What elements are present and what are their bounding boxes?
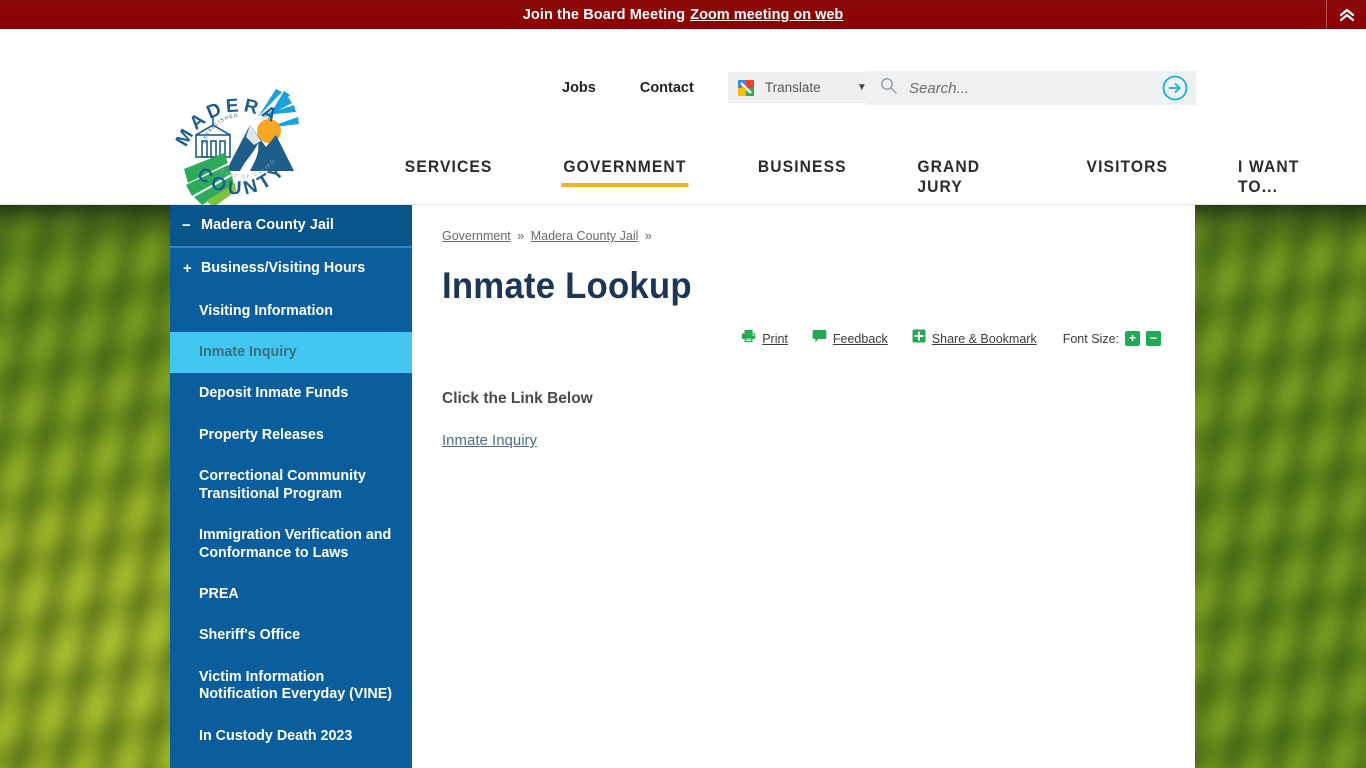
sidebar-item-label: Immigration Verification and Conformance… [199, 527, 392, 561]
sidebar-item-prea[interactable]: PREA [170, 574, 412, 615]
sidebar-item-label: Business/Visiting Hours [201, 260, 366, 277]
nav-item-services[interactable]: SERVICES [376, 157, 521, 189]
sidebar-item-deposit-inmate-funds[interactable]: Deposit Inmate Funds [170, 373, 412, 414]
sidebar-item-label: Victim Information Notification Everyday… [199, 668, 393, 703]
speech-bubble-icon [812, 329, 827, 348]
plus-square-icon [912, 329, 926, 348]
sidebar-item-in-custody-death-2023[interactable]: In Custody Death 2023 [170, 716, 412, 757]
search-input[interactable] [909, 79, 1162, 97]
alert-text: Join the Board Meeting [522, 6, 686, 23]
sidebar-item-inmate-inquiry[interactable]: Inmate Inquiry [170, 331, 412, 374]
sidebar-item-label: Property Releases [199, 426, 324, 443]
sidebar-item-madera-county-jail[interactable]: − Madera County Jail [170, 205, 412, 249]
sidebar-item-visiting-information[interactable]: Visiting Information [170, 291, 412, 332]
font-size-decrease-button[interactable]: − [1146, 331, 1161, 346]
section-sidebar: − Madera County Jail + Business/Visiting… [170, 205, 412, 768]
expand-toggle-icon[interactable]: + [183, 260, 193, 278]
sidebar-item-vine[interactable]: Victim Information Notification Everyday… [170, 657, 412, 716]
utility-link-contact[interactable]: Contact [618, 80, 716, 96]
breadcrumb-link-government[interactable]: Government [442, 229, 511, 243]
translate-label: Translate [764, 80, 821, 95]
collapse-toggle-icon[interactable]: − [182, 217, 192, 234]
content-link-row: Inmate Inquiry [442, 432, 1165, 450]
sidebar-header-label: Madera County Jail [201, 217, 334, 233]
page-body: − Madera County Jail + Business/Visiting… [0, 205, 1366, 768]
page-tools: Print Feedback Share & Bookmark Font Siz… [442, 329, 1165, 348]
site-header: MADERA COUNTY ESTABLISHED 1893 HEART OF … [0, 29, 1366, 208]
search-icon [880, 77, 897, 99]
alert-banner: Join the Board Meeting Zoom meeting on w… [0, 0, 1366, 29]
utility-nav: Jobs Contact Translate ▼ [540, 72, 876, 103]
sidebar-item-label: Deposit Inmate Funds [199, 385, 349, 402]
madera-county-logo[interactable]: MADERA COUNTY ESTABLISHED 1893 HEART OF … [163, 69, 312, 208]
breadcrumb: Government » Madera County Jail » [442, 227, 1165, 243]
page-title: Inmate Lookup [442, 265, 692, 306]
utility-link-jobs[interactable]: Jobs [540, 80, 618, 96]
nav-item-government[interactable]: GOVERNMENT [535, 157, 715, 189]
sidebar-item-label: In Custody Death 2023 [199, 727, 353, 744]
sidebar-item-label: Inmate Inquiry [199, 343, 297, 360]
share-bookmark-label: Share & Bookmark [931, 331, 1037, 346]
breadcrumb-separator: » [644, 229, 652, 243]
print-label: Print [762, 331, 788, 346]
sidebar-item-label: Sheriff's Office [199, 627, 301, 644]
nav-item-i-want-to[interactable]: I WANT TO... [1209, 157, 1359, 209]
sidebar-item-label: PREA [199, 586, 239, 603]
main-content-panel: Government » Madera County Jail » Inmate… [412, 205, 1195, 768]
sidebar-item-correctional-community-transitional-program[interactable]: Correctional Community Transitional Prog… [170, 456, 412, 515]
content-heading: Click the Link Below [442, 390, 593, 407]
nav-item-visitors[interactable]: VISITORS [1058, 157, 1197, 189]
translate-select[interactable]: Translate ▼ [727, 72, 876, 103]
share-bookmark-button[interactable]: Share & Bookmark [912, 329, 1037, 348]
sidebar-item-label: Visiting Information [199, 302, 333, 319]
font-size-label: Font Size: [1062, 331, 1119, 346]
main-navigation: SERVICES GOVERNMENT BUSINESS GRAND JURY … [370, 157, 1366, 209]
sidebar-item-label: Correctional Community Transitional Prog… [199, 468, 366, 502]
sidebar-item-property-releases[interactable]: Property Releases [170, 415, 412, 456]
breadcrumb-separator: » [517, 229, 525, 243]
font-size-controls: Font Size: + − [1063, 331, 1161, 346]
feedback-button[interactable]: Feedback [812, 329, 888, 348]
search-submit-button[interactable] [1162, 75, 1188, 101]
double-chevron-up-icon[interactable] [1326, 0, 1366, 29]
alert-zoom-link[interactable]: Zoom meeting on web [690, 7, 843, 23]
sidebar-item-sheriffs-office[interactable]: Sheriff's Office [170, 615, 412, 656]
sidebar-item-business-visiting-hours[interactable]: + Business/Visiting Hours [170, 248, 412, 290]
search-bar [866, 71, 1196, 105]
feedback-label: Feedback [832, 331, 888, 346]
nav-item-grand-jury[interactable]: GRAND JURY [888, 157, 1045, 209]
font-size-increase-button[interactable]: + [1125, 331, 1140, 346]
content-row: − Madera County Jail + Business/Visiting… [170, 205, 1195, 768]
nav-item-business[interactable]: BUSINESS [729, 157, 875, 189]
breadcrumb-link-madera-county-jail[interactable]: Madera County Jail [531, 229, 639, 243]
sidebar-item-immigration-verification[interactable]: Immigration Verification and Conformance… [170, 515, 412, 574]
inmate-inquiry-link[interactable]: Inmate Inquiry [442, 432, 537, 449]
print-button[interactable]: Print [741, 329, 788, 348]
google-translate-icon [737, 79, 755, 97]
printer-icon [741, 329, 756, 348]
